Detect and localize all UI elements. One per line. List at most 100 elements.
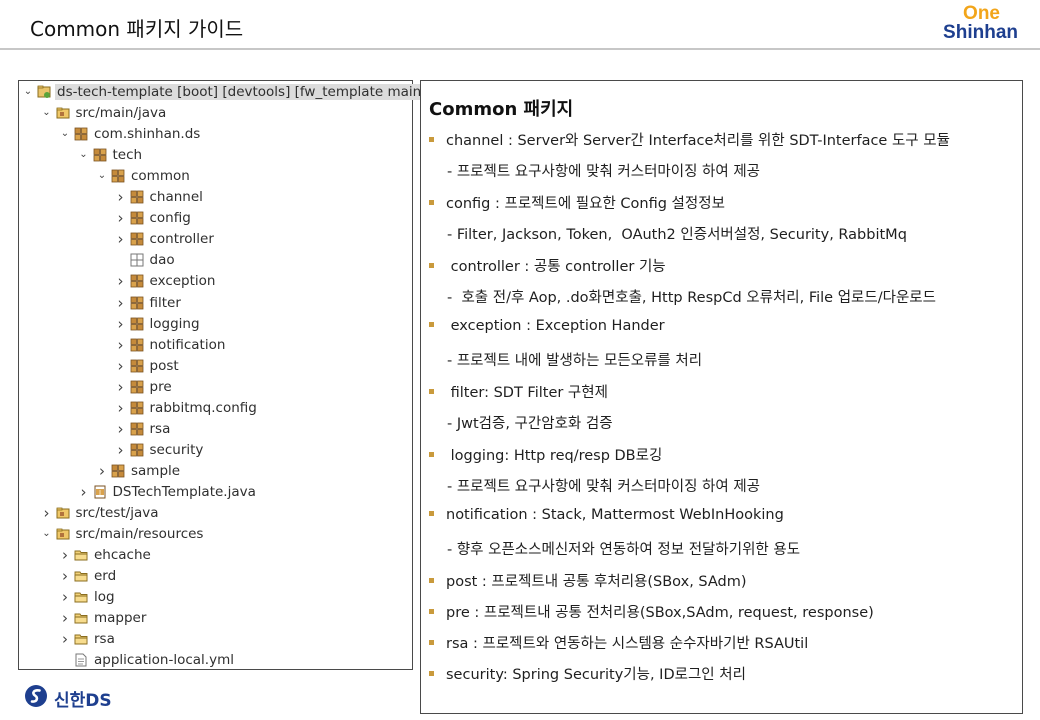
bullet-square-icon (429, 199, 434, 205)
tree-item-label: rabbitmq.config (149, 399, 257, 416)
tree-item-label: exception (149, 273, 216, 290)
chevron-right-icon[interactable]: › (114, 356, 128, 376)
chevron-right-icon[interactable]: › (114, 208, 128, 228)
tree-item[interactable]: › logging (114, 314, 202, 334)
package-icon (130, 190, 144, 204)
package-icon (130, 380, 144, 394)
package-icon (93, 148, 107, 162)
tree-item-label: com.shinhan.ds (94, 126, 201, 143)
tree-item-label: mapper (94, 610, 147, 627)
chevron-right-icon[interactable]: › (114, 229, 128, 249)
tree-item[interactable]: ⌄ src/main/java (40, 103, 169, 123)
chevron-down-icon[interactable]: ⌄ (58, 124, 72, 144)
chevron-right-icon[interactable]: › (114, 419, 128, 439)
info-item-text: controller : 공통 controller 기능 (446, 259, 666, 275)
shinhan-ds-logo-icon (25, 685, 47, 707)
info-item-text: pre : 프로젝트내 공통 전처리용(SBox,SAdm, request, … (446, 605, 874, 621)
folder-icon (74, 569, 88, 583)
tree-item[interactable]: › controller (114, 229, 216, 249)
tree-item[interactable]: › J DSTechTemplate.java (77, 482, 258, 502)
brand-line-one: One (963, 3, 1000, 24)
chevron-right-icon[interactable]: › (114, 440, 128, 460)
chevron-down-icon[interactable]: ⌄ (40, 103, 54, 123)
bullet-square-icon (429, 670, 434, 676)
tree-item[interactable]: › sample (95, 461, 182, 481)
chevron-right-icon[interactable]: › (58, 587, 72, 607)
tree-item[interactable]: › log (58, 587, 117, 607)
tree-item[interactable]: › rabbitmq.config (114, 398, 259, 418)
info-bullet-item: controller : 공통 controller 기능 (429, 255, 666, 276)
chevron-right-icon[interactable]: › (58, 545, 72, 565)
tree-item[interactable]: › notification (114, 335, 228, 355)
brand-line-shinhan: Shinhan (943, 22, 1018, 43)
tree-item[interactable]: › config (114, 208, 193, 228)
tree-item[interactable]: ⌄ src/main/resources (40, 524, 206, 544)
empty-package-icon (130, 253, 144, 267)
chevron-right-icon[interactable]: › (114, 314, 128, 334)
tree-item[interactable]: › security (114, 440, 206, 460)
tree-item[interactable]: › rsa (114, 419, 173, 439)
package-icon (130, 317, 144, 331)
chevron-down-icon[interactable]: ⌄ (21, 82, 35, 102)
java-file-icon: J (93, 485, 107, 499)
tree-item-label: src/main/java (75, 105, 167, 122)
tree-item-label: filter (149, 294, 181, 311)
tree-item[interactable]: ⌄ tech (77, 145, 145, 165)
chevron-right-icon[interactable]: › (114, 377, 128, 397)
info-item-text: filter: SDT Filter 구현제 (446, 385, 608, 401)
tree-item[interactable]: ⌄ com.shinhan.ds (58, 124, 202, 144)
chevron-right-icon[interactable]: › (58, 608, 72, 628)
chevron-right-icon[interactable]: › (114, 187, 128, 207)
tree-item[interactable]: dao (114, 250, 177, 270)
info-item-text: channel : Server와 Server간 Interface처리를 위… (446, 133, 950, 149)
tree-item[interactable]: › pre (114, 377, 174, 397)
tree-item[interactable]: › exception (114, 271, 218, 291)
tree-item[interactable]: › ehcache (58, 545, 153, 565)
chevron-right-icon[interactable]: › (114, 335, 128, 355)
info-item-detail: - 향후 오픈소스메신저와 연동하여 정보 전달하기위한 용도 (447, 542, 801, 558)
info-bullet-item: logging: Http req/resp DB로깅 (429, 444, 662, 465)
bullet-square-icon (429, 321, 434, 327)
tree-item-label: ehcache (94, 547, 151, 564)
tree-item-label: channel (149, 189, 203, 206)
tree-item-label: logging (149, 315, 200, 332)
chevron-right-icon[interactable]: › (77, 482, 91, 502)
one-shinhan-logo: One Shinhan (943, 4, 1018, 42)
info-item-text: notification : Stack, Mattermost WebInHo… (446, 507, 784, 523)
chevron-right-icon[interactable]: › (114, 271, 128, 291)
chevron-down-icon[interactable]: ⌄ (77, 145, 91, 165)
tree-item-label: DSTechTemplate.java (112, 483, 256, 500)
chevron-right-icon[interactable]: › (58, 566, 72, 586)
tree-item[interactable]: ⌄ ds-tech-template [boot] [devtools] [fw_… (21, 82, 429, 102)
tree-item[interactable]: › post (114, 356, 181, 376)
info-bullet-item: notification : Stack, Mattermost WebInHo… (429, 507, 784, 523)
tree-item[interactable]: ⌄ common (95, 166, 192, 186)
info-bullet-item: filter: SDT Filter 구현제 (429, 381, 608, 402)
chevron-right-icon[interactable]: › (114, 293, 128, 313)
chevron-right-icon[interactable]: › (95, 461, 109, 481)
chevron-right-icon[interactable]: › (58, 629, 72, 649)
bullet-square-icon (429, 136, 434, 142)
chevron-down-icon[interactable]: ⌄ (95, 166, 109, 186)
chevron-down-icon[interactable]: ⌄ (40, 524, 54, 544)
chevron-right-icon[interactable]: › (114, 398, 128, 418)
info-item-detail: - 프로젝트 요구사항에 맞춰 커스터마이징 하여 제공 (447, 479, 761, 495)
shinhan-ds-logo-text: 신한DS (54, 691, 112, 711)
info-bullet-item: rsa : 프로젝트와 연동하는 시스템용 순수자바기반 RSAUtil (429, 632, 808, 653)
tree-item-label: application-local.yml (94, 652, 234, 669)
chevron-right-icon[interactable]: › (40, 503, 54, 523)
info-item-text: post : 프로젝트내 공통 후처리용(SBox, SAdm) (446, 574, 747, 590)
tree-item[interactable]: › filter (114, 293, 183, 313)
header-divider (0, 48, 1040, 50)
tree-item[interactable]: application-local.yml (58, 650, 236, 670)
tree-item[interactable]: › mapper (58, 608, 148, 628)
tree-item-label: dao (149, 252, 175, 269)
tree-item[interactable]: › rsa (58, 629, 117, 649)
source-folder-icon (56, 506, 70, 520)
tree-item-label: src/main/resources (75, 526, 204, 543)
slide-header: Common 패키지 가이드 One Shinhan (0, 0, 1040, 50)
tree-item[interactable]: › src/test/java (40, 503, 161, 523)
tree-item-label: config (149, 210, 191, 227)
tree-item[interactable]: › channel (114, 187, 205, 207)
tree-item[interactable]: › erd (58, 566, 118, 586)
